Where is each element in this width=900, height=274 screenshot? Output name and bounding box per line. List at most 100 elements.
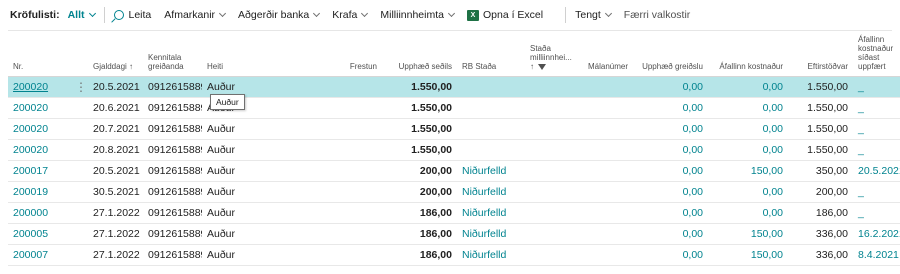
- cell-cost-updated[interactable]: _: [853, 139, 900, 161]
- row-nr-link[interactable]: 200000: [8, 202, 70, 224]
- table-row[interactable]: 200020 20.7.2021 0912615889 Auður 1.550,00 0,…: [8, 118, 900, 140]
- cell-accrued-cost[interactable]: 150,00: [708, 160, 788, 182]
- column-header-accrued-cost[interactable]: Áfallinn kostnaður: [708, 34, 788, 77]
- cell-rb-status[interactable]: Niðurfelld: [457, 181, 525, 203]
- cell-rb-status[interactable]: [457, 97, 525, 119]
- cell-cost-updated[interactable]: 16.2.2021: [853, 223, 900, 245]
- column-header-cost-updated[interactable]: Áfallinn kostnaður síðast uppfært: [853, 34, 900, 77]
- row-actions-menu[interactable]: [70, 244, 88, 266]
- cell-name: Auður: [202, 181, 262, 203]
- column-header-case-number[interactable]: Málanúmer: [577, 34, 633, 77]
- column-header-nr[interactable]: Nr.: [8, 34, 70, 77]
- cell-accrued-cost[interactable]: 0,00: [708, 181, 788, 203]
- excel-icon: X: [466, 9, 479, 21]
- cell-rb-status[interactable]: [457, 118, 525, 140]
- cell-rb-status[interactable]: Niðurfelld: [457, 244, 525, 266]
- cell-payment-amount[interactable]: 0,00: [633, 160, 708, 182]
- cell-cost-updated[interactable]: _: [853, 181, 900, 203]
- row-actions-menu[interactable]: [70, 160, 88, 182]
- menu-collection[interactable]: Milliinnheimta: [380, 9, 456, 21]
- open-in-excel-button[interactable]: X Opna í Excel: [466, 9, 543, 21]
- search-button[interactable]: Leita: [113, 9, 151, 21]
- cell-accrued-cost[interactable]: 0,00: [708, 139, 788, 161]
- menu-bank-actions[interactable]: Aðgerðir banka: [238, 9, 321, 21]
- cell-delay: [262, 118, 382, 140]
- table-row[interactable]: 200000 27.1.2022 0912615889 Auður 186,00 Niðu…: [8, 202, 900, 224]
- cell-payment-amount[interactable]: 0,00: [633, 139, 708, 161]
- chevron-down-icon: [219, 9, 227, 18]
- cell-accrued-cost[interactable]: 0,00: [708, 118, 788, 140]
- cell-rb-status[interactable]: Niðurfelld: [457, 223, 525, 245]
- menu-filters[interactable]: Afmarkanir: [164, 9, 227, 21]
- row-actions-menu[interactable]: [70, 118, 88, 140]
- cell-case-number: [577, 202, 633, 224]
- table-row[interactable]: 200017 20.5.2021 0912615889 Auður 200,00 Niðu…: [8, 160, 900, 182]
- cell-payment-amount[interactable]: 0,00: [633, 118, 708, 140]
- table-header-row: Nr. Gjalddagi ↑ Kennitala greiðanda Heit…: [8, 34, 900, 77]
- cell-payment-amount[interactable]: 0,00: [633, 181, 708, 203]
- fewer-options-button[interactable]: Færri valkostir: [624, 9, 691, 21]
- table-row[interactable]: 200020 20.8.2021 0912615889 Auður 1.550,00 0,…: [8, 139, 900, 161]
- cell-amount: 1.550,00: [382, 139, 457, 161]
- cell-accrued-cost[interactable]: 0,00: [708, 97, 788, 119]
- cell-accrued-cost[interactable]: 0,00: [708, 76, 788, 98]
- cell-payment-amount[interactable]: 0,00: [633, 76, 708, 98]
- cell-rb-status[interactable]: Niðurfelld: [457, 202, 525, 224]
- cell-rb-status[interactable]: Niðurfelld: [457, 160, 525, 182]
- column-header-delay[interactable]: Frestun: [262, 34, 382, 77]
- cell-rb-status[interactable]: [457, 139, 525, 161]
- row-nr-link[interactable]: 200020: [8, 97, 70, 119]
- cell-cost-updated[interactable]: _: [853, 97, 900, 119]
- row-actions-menu[interactable]: ⋮: [70, 76, 88, 98]
- column-header-collection-status[interactable]: Staða milliinnhei... ↑: [525, 34, 577, 77]
- column-header-name[interactable]: Heiti: [202, 34, 262, 77]
- row-nr-link[interactable]: 200019: [8, 181, 70, 203]
- menu-claim[interactable]: Krafa: [332, 9, 369, 21]
- table-row[interactable]: 200005 27.1.2022 0912615889 Auður 186,00 Niðu…: [8, 223, 900, 245]
- chevron-down-icon: [313, 9, 321, 18]
- cell-accrued-cost[interactable]: 150,00: [708, 244, 788, 266]
- view-selector[interactable]: Allt: [68, 9, 96, 21]
- cell-payment-amount[interactable]: 0,00: [633, 223, 708, 245]
- row-nr-link[interactable]: 200020: [8, 118, 70, 140]
- row-nr-link[interactable]: 200007: [8, 244, 70, 266]
- cell-cost-updated[interactable]: _: [853, 118, 900, 140]
- column-header-amount[interactable]: Upphæð seðils: [382, 34, 457, 77]
- cell-name: Auður: [202, 160, 262, 182]
- cell-cost-updated[interactable]: _: [853, 76, 900, 98]
- chevron-down-icon: [604, 9, 612, 18]
- row-nr-link[interactable]: 200020: [8, 139, 70, 161]
- menu-related[interactable]: Tengt: [575, 9, 612, 21]
- column-header-payment-amount[interactable]: Upphæð greiðslu: [633, 34, 708, 77]
- cell-payment-amount[interactable]: 0,00: [633, 97, 708, 119]
- row-nr-link[interactable]: 200017: [8, 160, 70, 182]
- row-actions-menu[interactable]: [70, 181, 88, 203]
- cell-cost-updated[interactable]: 20.5.2021: [853, 160, 900, 182]
- cell-due-date: 20.5.2021: [88, 76, 143, 98]
- cell-due-date: 20.8.2021: [88, 139, 143, 161]
- row-actions-menu[interactable]: [70, 97, 88, 119]
- cell-cost-updated[interactable]: _: [853, 202, 900, 224]
- sort-ascending-icon: ↑: [530, 62, 534, 72]
- cell-rb-status[interactable]: [457, 76, 525, 98]
- cell-cost-updated[interactable]: 8.4.2021: [853, 244, 900, 266]
- row-actions-menu[interactable]: [70, 202, 88, 224]
- row-actions-menu[interactable]: [70, 139, 88, 161]
- cell-payment-amount[interactable]: 0,00: [633, 244, 708, 266]
- cell-payment-amount[interactable]: 0,00: [633, 202, 708, 224]
- row-nr-link[interactable]: 200005: [8, 223, 70, 245]
- column-header-rb-status[interactable]: RB Staða: [457, 34, 525, 77]
- column-header-remaining[interactable]: Eftirstöðvar: [788, 34, 853, 77]
- cell-amount: 1.550,00: [382, 97, 457, 119]
- cell-accrued-cost[interactable]: 0,00: [708, 202, 788, 224]
- table-row[interactable]: 200007 27.1.2022 0912615889 Auður 186,00 Niðu…: [8, 244, 900, 266]
- cell-collection-status: [525, 202, 577, 224]
- column-header-payer-ssn[interactable]: Kennitala greiðanda: [143, 34, 202, 77]
- row-actions-menu[interactable]: [70, 223, 88, 245]
- table-row[interactable]: 20002020.6.20210912615889Auður1.550,000,…: [8, 97, 900, 119]
- table-row[interactable]: 200019 30.5.2021 0912615889 Auður 200,00 Niðu…: [8, 181, 900, 203]
- table-row[interactable]: 200020 ⋮ 20.5.2021 0912615889 Auður 1.550,00 0…: [8, 76, 900, 98]
- cell-accrued-cost[interactable]: 150,00: [708, 223, 788, 245]
- column-header-due-date[interactable]: Gjalddagi ↑: [88, 34, 143, 77]
- row-nr-link[interactable]: 200020: [8, 76, 70, 98]
